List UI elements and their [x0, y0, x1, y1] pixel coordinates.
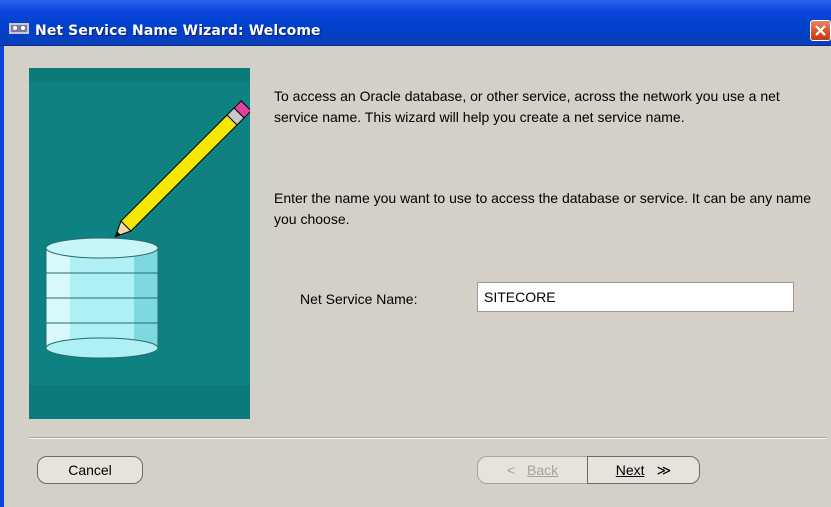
intro-text: To access an Oracle database, or other s…	[274, 88, 780, 125]
net-service-name-input[interactable]	[477, 282, 794, 312]
separator	[29, 437, 827, 439]
database-icon	[45, 237, 159, 359]
next-arrow-icon: ≫	[656, 462, 672, 478]
back-button[interactable]: < Back	[477, 456, 587, 484]
app-icon	[8, 20, 30, 36]
cancel-button[interactable]: Cancel	[37, 456, 143, 484]
next-button[interactable]: Next ≫	[587, 456, 700, 484]
wizard-illustration	[29, 68, 250, 419]
instruction-text: Enter the name you want to use to access…	[274, 190, 811, 227]
cancel-label: Cancel	[68, 462, 112, 478]
next-label: Next	[615, 462, 645, 478]
window-title: Net Service Name Wizard: Welcome	[35, 23, 321, 39]
close-icon	[815, 25, 826, 36]
title-bar[interactable]: Net Service Name Wizard: Welcome	[0, 0, 831, 46]
back-arrow-icon: <	[506, 462, 516, 478]
net-service-name-label: Net Service Name:	[300, 291, 418, 307]
back-label: Back	[527, 462, 559, 478]
wizard-body: To access an Oracle database, or other s…	[0, 46, 831, 507]
close-button[interactable]	[810, 20, 831, 41]
